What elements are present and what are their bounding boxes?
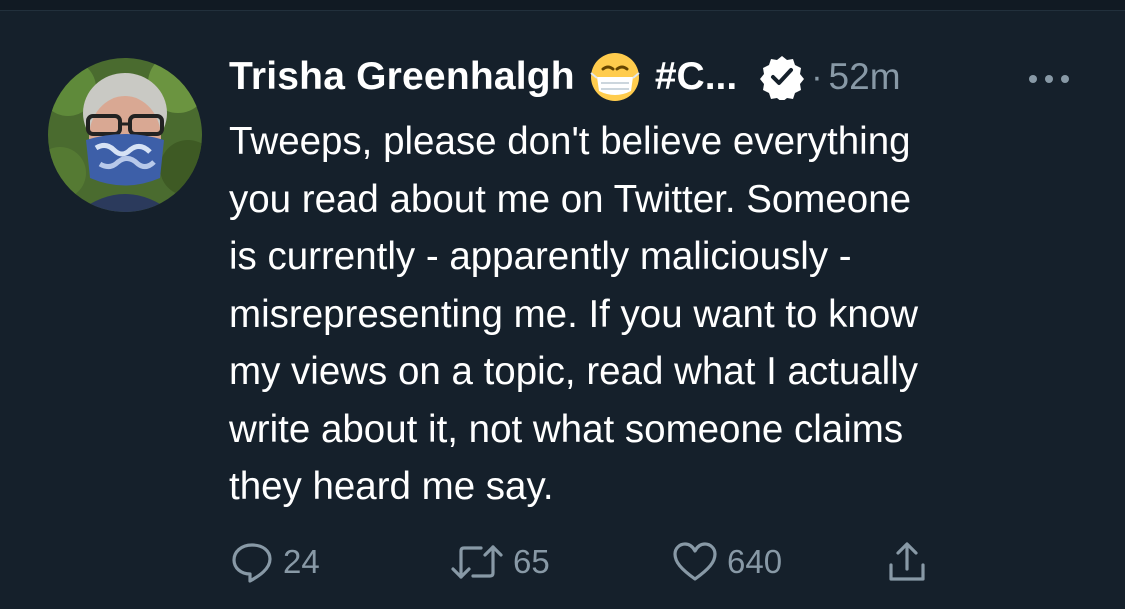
tweet-text-line: they heard me say. (229, 465, 554, 508)
timestamp[interactable]: 52m (829, 56, 901, 98)
tweet-text-line: my views on a topic, read what I actuall… (229, 350, 919, 393)
timeline-divider (0, 0, 1125, 11)
tweet-text-line: you read about me on Twitter. Someone (229, 177, 912, 221)
tweet-text-line: misrepresenting me. If you want to know (229, 292, 919, 336)
tweet[interactable]: Trisha Greenhalgh #C... · 52m Tweeps, pl… (0, 11, 1125, 609)
mask-emoji-icon (589, 51, 641, 103)
verified-badge-icon (759, 54, 805, 102)
reply-count: 24 (283, 543, 320, 580)
avatar-image (48, 58, 202, 212)
retweet-icon (449, 539, 505, 585)
display-name[interactable]: Trisha Greenhalgh (229, 55, 575, 99)
reply-button[interactable]: 24 (229, 537, 320, 587)
tweet-text-line: Tweeps, please don't believe everything (229, 120, 911, 163)
separator-dot: · (811, 57, 823, 96)
display-name-tag: #C... (654, 55, 738, 98)
share-button[interactable] (885, 537, 929, 587)
like-button[interactable]: 640 (671, 537, 782, 587)
avatar[interactable] (48, 58, 202, 212)
tweet-text: Tweeps, please don't believe everything … (229, 113, 1109, 516)
retweet-count: 65 (513, 543, 550, 580)
like-count: 640 (727, 543, 783, 580)
tweet-text-line: write about it, not what someone claims (229, 407, 904, 451)
tweet-header: Trisha Greenhalgh #C... · 52m (229, 47, 901, 107)
tweet-actions: 24 65 640 (229, 537, 989, 587)
retweet-button[interactable]: 65 (449, 537, 550, 587)
share-icon (885, 539, 929, 585)
more-icon[interactable] (1026, 67, 1072, 91)
like-icon (671, 539, 719, 585)
tweet-text-line: is currently - apparently maliciously - (229, 235, 852, 278)
reply-icon (229, 539, 275, 585)
